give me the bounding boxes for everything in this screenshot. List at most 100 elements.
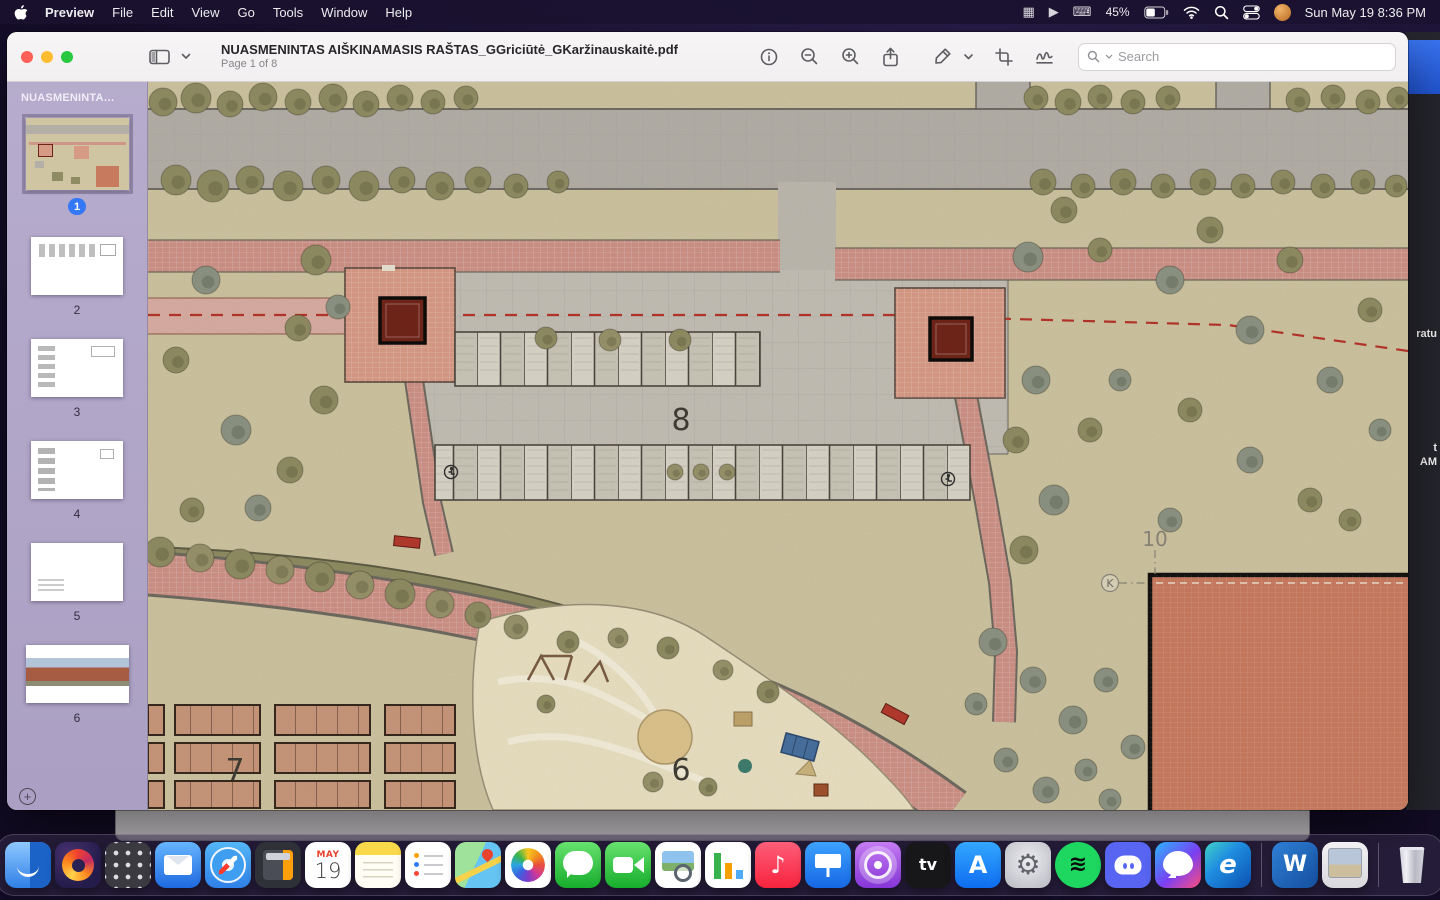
- dock-maps-icon[interactable]: [455, 842, 501, 888]
- dock-word-icon[interactable]: W: [1272, 842, 1318, 888]
- markup-chevron[interactable]: [960, 50, 977, 64]
- sidebar-add-button[interactable]: +: [19, 787, 36, 805]
- info-button[interactable]: [756, 44, 782, 70]
- dock-safari-icon[interactable]: [205, 842, 251, 888]
- document-title: NUASMENINTAS AIŠKINAMASIS RAŠTAS_GGriciū…: [221, 41, 678, 57]
- menu-window[interactable]: Window: [321, 5, 367, 20]
- zoom-window-button[interactable]: [61, 50, 73, 63]
- page-number: 3: [73, 405, 81, 419]
- background-text-fragment: t: [1433, 442, 1437, 454]
- thumbnail-image[interactable]: [25, 645, 129, 703]
- dock-appstore-icon[interactable]: A: [955, 842, 1001, 888]
- page-number: 4: [73, 507, 81, 521]
- dock-discord-icon[interactable]: [1105, 842, 1151, 888]
- thumbnail-image[interactable]: [31, 441, 123, 499]
- pdf-canvas[interactable]: 8 6 7 10 K: [148, 82, 1408, 810]
- page-thumbnail-2[interactable]: 2: [31, 237, 123, 317]
- page-thumbnail-4[interactable]: 4: [31, 441, 123, 521]
- dock: MAY 19 ♪ tv A ⚙ ≋ e W: [0, 834, 1440, 896]
- dock-spotify-icon[interactable]: ≋: [1055, 842, 1101, 888]
- dock-finder-icon[interactable]: [5, 842, 51, 888]
- spotify-glyph: ≋: [1068, 852, 1088, 877]
- menu-go[interactable]: Go: [237, 5, 254, 20]
- dock-firefox-icon[interactable]: [55, 842, 101, 888]
- dock-messages-icon[interactable]: [555, 842, 601, 888]
- grid-icon[interactable]: ▦: [1023, 6, 1035, 19]
- page-thumbnail-1[interactable]: 1: [21, 114, 133, 215]
- dock-appletv-icon[interactable]: tv: [905, 842, 951, 888]
- dock-separator: [1261, 843, 1262, 887]
- dock-launchpad-icon[interactable]: [105, 842, 151, 888]
- appstore-glyph: A: [968, 851, 988, 879]
- search-icon: [1087, 50, 1100, 63]
- dock-notes-icon[interactable]: [355, 842, 401, 888]
- thumbnail-image[interactable]: [31, 237, 123, 295]
- dock-numbers-icon[interactable]: [705, 842, 751, 888]
- control-center-icon[interactable]: [1242, 4, 1260, 20]
- thumbnail-image[interactable]: [21, 114, 133, 194]
- menu-bar: Preview File Edit View Go Tools Window Help ▦ ▶…: [0, 0, 1440, 24]
- thumbnail-sidebar: NUASMENINTA… 1 2 3 4 5 6 +: [7, 82, 148, 810]
- dock-screenshot-icon[interactable]: [1322, 842, 1368, 888]
- dock-items: MAY 19 ♪ tv A ⚙ ≋ e W: [5, 842, 1435, 888]
- thumbnail-image[interactable]: [31, 543, 123, 601]
- settings-glyph: ⚙: [1015, 848, 1041, 881]
- wifi-icon[interactable]: [1183, 6, 1200, 19]
- apple-menu-icon[interactable]: [14, 4, 29, 20]
- page-thumbnail-6[interactable]: 6: [25, 645, 129, 725]
- crop-button[interactable]: [991, 44, 1017, 70]
- dock-messenger-icon[interactable]: [1155, 842, 1201, 888]
- active-app-name[interactable]: Preview: [45, 5, 94, 20]
- playback-icon[interactable]: ▶: [1049, 6, 1059, 19]
- background-window-right-header: [1406, 40, 1440, 94]
- search-field[interactable]: [1078, 42, 1396, 71]
- page-thumbnail-5[interactable]: 5: [31, 543, 123, 623]
- spotlight-search-icon[interactable]: [1214, 5, 1229, 20]
- zoom-in-button[interactable]: [837, 43, 864, 70]
- dock-trash-icon[interactable]: [1389, 842, 1435, 888]
- menu-clock[interactable]: Sun May 19 8:36 PM: [1305, 5, 1426, 20]
- menu-file[interactable]: File: [112, 5, 133, 20]
- menu-tools[interactable]: Tools: [273, 5, 303, 20]
- page-number: 2: [73, 303, 81, 317]
- dock-settings-icon[interactable]: ⚙: [1005, 842, 1051, 888]
- menu-edit[interactable]: Edit: [151, 5, 173, 20]
- battery-icon: [1143, 6, 1168, 18]
- keyboard-icon[interactable]: ⌨: [1073, 6, 1092, 19]
- share-button[interactable]: [878, 43, 903, 71]
- thumbnail-image[interactable]: [31, 339, 123, 397]
- dock-music-icon[interactable]: ♪: [755, 842, 801, 888]
- dock-edge-icon[interactable]: e: [1205, 842, 1251, 888]
- preview-window: NUASMENINTAS AIŠKINAMASIS RAŠTAS_GGriciū…: [7, 32, 1408, 810]
- status-glyphs: ▦ ▶ ⌨: [1023, 6, 1092, 19]
- sidebar-toggle-chevron[interactable]: [177, 49, 195, 64]
- signature-button[interactable]: [1031, 44, 1058, 69]
- menu-help[interactable]: Help: [385, 5, 412, 20]
- markup-pen-button[interactable]: [929, 43, 956, 70]
- background-text-fragment: AM: [1419, 456, 1437, 468]
- dock-mail-icon[interactable]: [155, 842, 201, 888]
- dock-facetime-icon[interactable]: [605, 842, 651, 888]
- dock-keynote-icon[interactable]: [805, 842, 851, 888]
- dock-calculator-icon[interactable]: [255, 842, 301, 888]
- dock-preview-icon[interactable]: [655, 842, 701, 888]
- close-button[interactable]: [21, 50, 33, 63]
- dock-podcasts-icon[interactable]: [855, 842, 901, 888]
- dock-photos-icon[interactable]: [505, 842, 551, 888]
- zoom-out-button[interactable]: [796, 43, 823, 70]
- dock-calendar-icon[interactable]: MAY 19: [305, 842, 351, 888]
- page-indicator: Page 1 of 8: [221, 58, 278, 71]
- user-avatar[interactable]: [1273, 3, 1291, 21]
- search-input[interactable]: [1118, 49, 1387, 64]
- page-thumbnail-3[interactable]: 3: [31, 339, 123, 419]
- dock-reminders-icon[interactable]: [405, 842, 451, 888]
- pdf-page-area: 8 6 7 10 K: [148, 82, 1408, 810]
- sidebar-toggle-button[interactable]: [145, 45, 174, 69]
- page-number: 5: [73, 609, 81, 623]
- search-scope-chevron[interactable]: [1105, 54, 1113, 59]
- menu-view[interactable]: View: [192, 5, 220, 20]
- minimize-button[interactable]: [41, 50, 53, 63]
- window-title-block: NUASMENINTAS AIŠKINAMASIS RAŠTAS_GGriciū…: [221, 42, 678, 72]
- background-window-right: ratu t AM: [1406, 32, 1440, 810]
- music-glyph: ♪: [770, 851, 786, 879]
